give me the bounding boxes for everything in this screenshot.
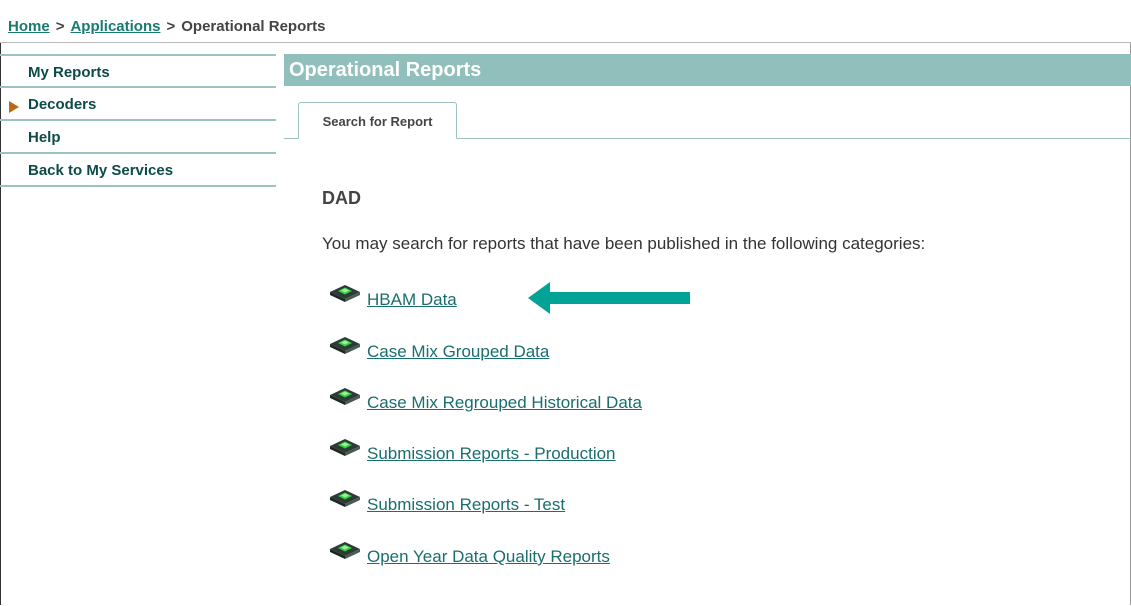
sidebar-item-label: Back to My Services: [28, 162, 174, 179]
report-link-hbam-data[interactable]: HBAM Data: [367, 290, 457, 310]
sidebar-item-decoders[interactable]: Decoders: [0, 88, 276, 121]
sidebar-item-label: My Reports: [28, 64, 110, 81]
report-gem-icon: [330, 490, 360, 507]
arrow-left-icon: [528, 282, 690, 314]
section-heading: DAD: [322, 188, 361, 208]
sidebar-item-help[interactable]: Help: [0, 121, 276, 154]
sidebar: My Reports Decoders Help Back to My Serv…: [0, 54, 276, 187]
report-link-case-mix-regrouped-historical-data[interactable]: Case Mix Regrouped Historical Data: [367, 393, 642, 413]
report-gem-icon: [330, 285, 360, 302]
report-link-open-year-data-quality-reports[interactable]: Open Year Data Quality Reports: [367, 547, 610, 567]
tab-search-for-report[interactable]: Search for Report: [298, 102, 457, 139]
breadcrumb-separator: >: [166, 18, 176, 35]
sidebar-item-back-to-my-services[interactable]: Back to My Services: [0, 154, 276, 187]
report-gem-icon: [330, 337, 360, 354]
report-link-case-mix-grouped-data[interactable]: Case Mix Grouped Data: [367, 342, 549, 362]
report-link-submission-reports-production[interactable]: Submission Reports - Production: [367, 444, 616, 464]
report-gem-icon: [330, 439, 360, 456]
report-gem-icon: [330, 388, 360, 405]
sidebar-item-label: Decoders: [28, 96, 97, 113]
breadcrumb-home-link[interactable]: Home: [8, 18, 50, 35]
report-link-submission-reports-test[interactable]: Submission Reports - Test: [367, 495, 565, 515]
sidebar-item-label: Help: [28, 129, 61, 146]
report-gem-icon: [330, 542, 360, 559]
breadcrumb-current: Operational Reports: [181, 18, 326, 35]
sidebar-item-my-reports[interactable]: My Reports: [0, 54, 276, 88]
breadcrumb-applications-link[interactable]: Applications: [70, 18, 160, 35]
breadcrumb-separator: >: [55, 18, 65, 35]
breadcrumb: Home > Applications > Operational Reports: [0, 0, 1131, 43]
intro-text: You may search for reports that have bee…: [322, 234, 926, 253]
triangle-right-icon: [9, 101, 19, 113]
page-title: Operational Reports: [284, 54, 1131, 86]
